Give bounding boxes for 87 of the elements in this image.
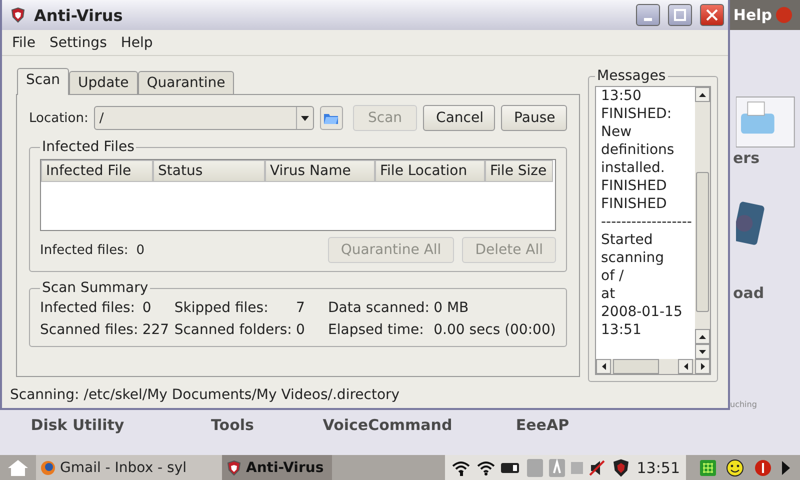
browser-icon xyxy=(40,460,56,476)
taskbar-button[interactable]: Anti-Virus xyxy=(222,455,332,480)
grid-icon[interactable] xyxy=(700,460,716,476)
status-text: Scanning: /etc/skel/My Documents/My Videos/.directory xyxy=(10,387,400,403)
tab[interactable]: Quarantine xyxy=(138,71,234,94)
dropdown-arrow-icon xyxy=(300,116,309,120)
message-line: New xyxy=(601,123,633,141)
left-arrow-icon[interactable] xyxy=(684,363,688,370)
summary-label: Data scanned: xyxy=(328,300,430,316)
maximize-icon xyxy=(674,9,686,21)
minimize-button[interactable] xyxy=(636,4,660,26)
clock: 13:51 xyxy=(636,458,680,476)
app-label: ers xyxy=(733,149,760,167)
summary-label: Skipped files: xyxy=(174,300,270,316)
summary-value: 0.00 secs (00:00) xyxy=(434,322,556,338)
shield-icon xyxy=(226,460,242,476)
horizontal-scrollbar[interactable] xyxy=(596,359,710,374)
message-line: FINISHED xyxy=(601,195,668,213)
summary-label: Elapsed time: xyxy=(328,322,425,338)
summary-value: 7 xyxy=(296,300,306,316)
summary-value: 0 xyxy=(296,322,306,338)
close-icon xyxy=(706,9,718,21)
message-line: at xyxy=(601,285,616,303)
close-button[interactable] xyxy=(700,4,724,26)
help-link[interactable]: Help xyxy=(733,6,772,24)
app-label: oad xyxy=(733,284,764,302)
down-arrow-icon[interactable] xyxy=(699,350,706,354)
arrow-icon[interactable] xyxy=(782,460,790,474)
taskbar-button[interactable]: Gmail - Inbox - syl xyxy=(36,455,222,480)
summary-value: 0 xyxy=(142,300,152,316)
message-line: Started xyxy=(601,231,654,249)
shield-icon[interactable] xyxy=(610,458,631,478)
up-arrow-icon[interactable] xyxy=(699,92,706,96)
right-arrow-icon[interactable] xyxy=(700,363,704,370)
vertical-scrollbar[interactable] xyxy=(695,87,710,359)
infected-count-label: Infected files: xyxy=(40,242,128,258)
message-line: definitions xyxy=(601,141,676,159)
pause-button[interactable]: Pause xyxy=(501,105,567,131)
message-line: installed. xyxy=(601,159,666,177)
cancel-button[interactable]: Cancel xyxy=(423,105,496,131)
app-label[interactable]: Tools xyxy=(155,416,310,434)
folder-button[interactable] xyxy=(320,106,344,130)
infected-count: 0 xyxy=(136,242,146,258)
smiley-icon[interactable] xyxy=(726,458,744,476)
group-title: Scan Summary xyxy=(41,280,150,296)
app-label[interactable]: VoiceCommand xyxy=(310,416,465,434)
column-header[interactable]: Status xyxy=(153,160,265,182)
message-line: ------------------ xyxy=(601,213,693,231)
summary-label: Scanned files: xyxy=(40,322,138,338)
power-icon[interactable] xyxy=(754,458,772,476)
maximize-button[interactable] xyxy=(668,4,692,26)
summary-value: 0 MB xyxy=(434,300,470,316)
tagline: uching xyxy=(730,400,757,409)
message-line: 2008-01-15 xyxy=(601,303,684,321)
location-combo[interactable]: / xyxy=(94,106,314,130)
summary-value: 227 xyxy=(142,322,170,338)
message-line: FINISHED: xyxy=(601,105,673,123)
menu-item[interactable]: File xyxy=(12,34,36,50)
column-header[interactable]: Virus Name xyxy=(265,160,375,182)
app-label[interactable]: EeeAP xyxy=(465,416,620,434)
message-line: of / xyxy=(601,267,625,285)
wifi-icon[interactable] xyxy=(476,460,495,476)
menu-item[interactable]: Help xyxy=(120,34,153,50)
menu-item[interactable]: Settings xyxy=(49,34,107,50)
column-header[interactable]: File Size xyxy=(485,160,553,182)
location-label: Location: xyxy=(29,110,88,126)
left-arrow-icon[interactable] xyxy=(602,363,606,370)
app-label[interactable]: Disk Utility xyxy=(0,416,155,434)
message-line: scanning xyxy=(601,249,665,267)
group-title: Messages xyxy=(596,68,667,84)
folder-icon xyxy=(323,111,340,125)
column-header[interactable]: File Location xyxy=(375,160,485,182)
summary-label: Scanned folders: xyxy=(174,322,292,338)
window-title: Anti-Virus xyxy=(34,6,124,24)
summary-label: Infected files: xyxy=(40,300,136,316)
up-arrow-icon[interactable] xyxy=(699,334,706,338)
minimize-icon xyxy=(644,18,652,20)
tab[interactable]: Update xyxy=(69,71,138,94)
group-title: Infected Files xyxy=(41,139,136,155)
message-line: 13:51 xyxy=(601,321,642,339)
tab[interactable]: Scan xyxy=(17,68,70,95)
message-line: 13:50 xyxy=(601,87,642,105)
message-line: FINISHED xyxy=(601,177,668,195)
battery-icon[interactable] xyxy=(500,462,521,474)
column-header[interactable]: Infected File xyxy=(41,160,153,182)
shield-icon xyxy=(10,7,26,23)
muted-speaker-icon[interactable] xyxy=(588,460,605,476)
